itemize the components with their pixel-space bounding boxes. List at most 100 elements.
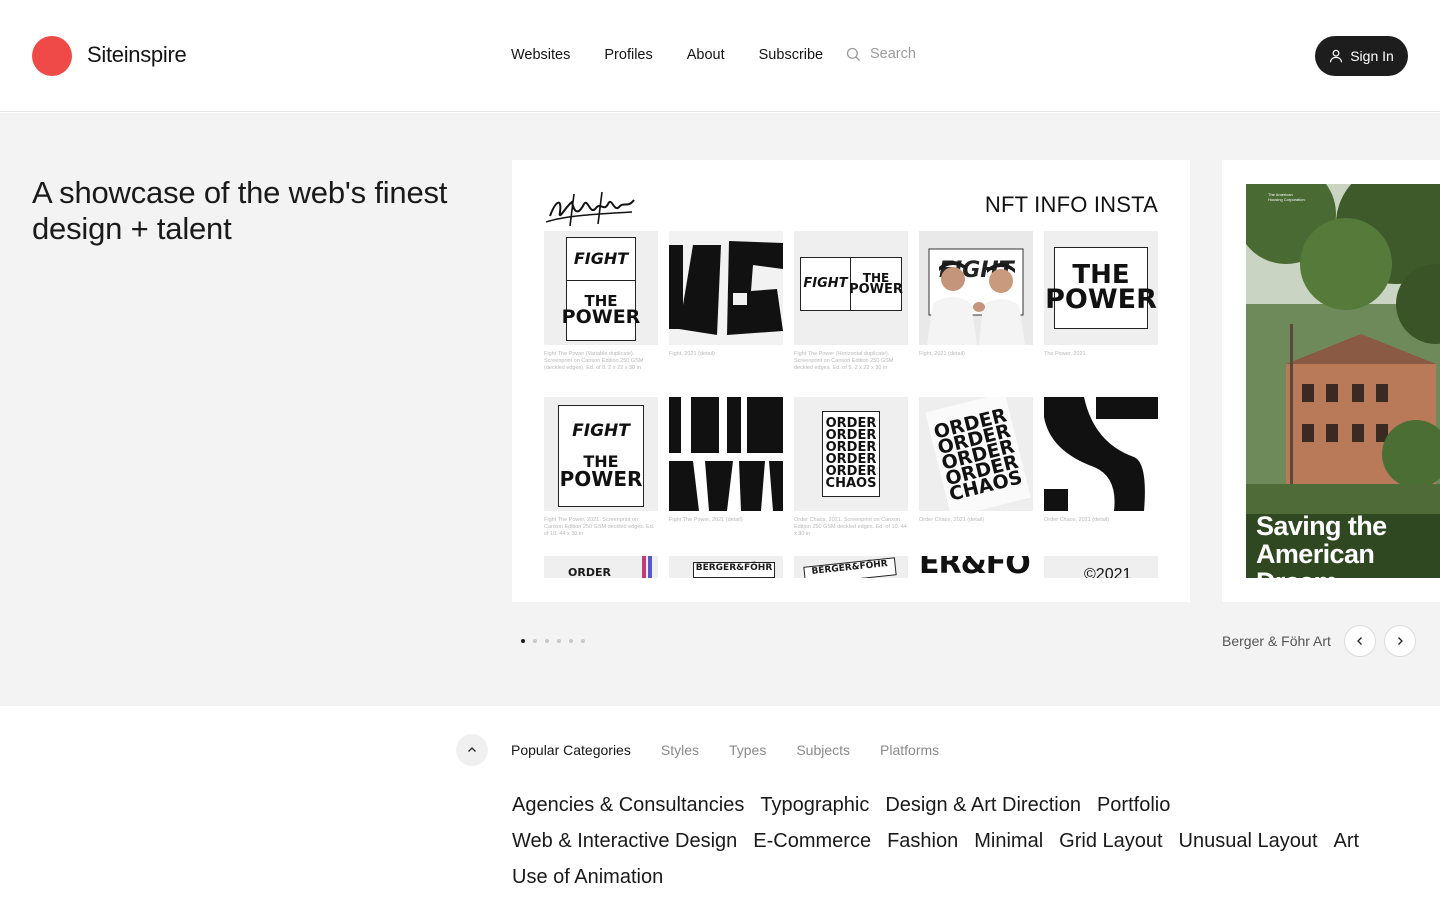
nav-profiles[interactable]: Profiles <box>604 47 652 63</box>
tab-popular-categories[interactable]: Popular Categories <box>511 742 631 758</box>
artwork-caption: Fight, 2021 (detail) <box>919 351 965 357</box>
hero-tagline: A showcase of the web's finest design + … <box>32 175 448 246</box>
carousel-dot[interactable] <box>533 639 537 643</box>
next-site-screenshot: The American Housing Corporation Saving … <box>1246 184 1440 578</box>
artwork-tile[interactable]: BERGER&FÖHR <box>794 556 908 578</box>
artwork-caption: Fight The Power (Variable duplicate). Sc… <box>544 351 644 371</box>
nav-about[interactable]: About <box>687 47 725 63</box>
poster-fight-power-horizontal: FIGHT THE POWER <box>800 257 903 311</box>
artwork-caption: Fight The Power (Horizontal duplicate). … <box>794 351 894 371</box>
search-input[interactable] <box>870 46 1030 62</box>
category-link[interactable]: Grid Layout <box>1059 823 1162 859</box>
poster-text: POWER <box>559 466 643 491</box>
artwork-tile[interactable]: ORDER ORDER ORDER ORDER ORDER CHAOS <box>794 397 908 511</box>
collapse-categories-button[interactable] <box>456 734 488 766</box>
featured-site-screenshot: NFT INFO INSTA FIGHT THE POWER Fight The… <box>536 184 1166 578</box>
nav-subscribe[interactable]: Subscribe <box>759 47 823 63</box>
tab-types[interactable]: Types <box>729 742 766 758</box>
artwork-detail-image <box>669 241 783 335</box>
artwork-tile[interactable] <box>669 397 783 511</box>
logo-wordmark[interactable]: Siteinspire <box>87 42 187 68</box>
poster-text: BERGER&FÖHR <box>693 562 775 578</box>
category-link[interactable]: Web & Interactive Design <box>512 823 737 859</box>
carousel-dot[interactable] <box>521 639 525 643</box>
artwork-tile[interactable]: ORDER <box>544 556 658 578</box>
artists-photo: FIGHT <box>927 248 1025 345</box>
artwork-caption: The Power, 2021 <box>1044 351 1086 357</box>
next-site-card[interactable]: The American Housing Corporation Saving … <box>1222 160 1440 602</box>
category-link[interactable]: Fashion <box>887 823 958 859</box>
featured-nav-text: NFT INFO INSTA <box>984 192 1158 217</box>
tab-platforms[interactable]: Platforms <box>880 742 939 758</box>
featured-site-name[interactable]: Berger & Föhr Art <box>1222 633 1331 649</box>
category-tabs: Popular Categories Styles Types Subjects… <box>511 742 939 758</box>
carousel-prev-button[interactable] <box>1344 625 1376 657</box>
artwork-tile[interactable]: ORDER ORDER ORDER ORDER CHAOS <box>919 397 1033 511</box>
category-link[interactable]: Design & Art Direction <box>885 787 1081 823</box>
chevron-left-icon <box>1357 637 1362 645</box>
category-link[interactable]: Typographic <box>760 787 869 823</box>
carousel-dot[interactable] <box>569 639 573 643</box>
logo-mark[interactable] <box>32 36 72 76</box>
chevron-up-icon <box>468 747 476 752</box>
poster-text: ORDER <box>568 566 611 578</box>
artwork-caption: Order Chaos, 2021. Screenprint on Canson… <box>794 517 907 537</box>
artwork-tile[interactable]: BERGER&FÖHR <box>669 556 783 578</box>
carousel-dot[interactable] <box>557 639 561 643</box>
category-link[interactable]: Agencies & Consultancies <box>512 787 744 823</box>
featured-site-card[interactable]: NFT INFO INSTA FIGHT THE POWER Fight The… <box>512 160 1190 602</box>
category-list: Agencies & Consultancies Typographic Des… <box>512 787 1412 895</box>
tab-styles[interactable]: Styles <box>661 742 699 758</box>
nav-websites[interactable]: Websites <box>511 47 570 63</box>
artwork-tile[interactable]: FIGHT THE POWER <box>544 397 658 511</box>
poster-text: POWER <box>1045 283 1157 315</box>
poster-text: POWER <box>561 305 641 328</box>
artwork-caption: Fight, 2021 (detail) <box>669 351 715 357</box>
artwork-tile[interactable]: FIGHT THE POWER <box>794 231 908 345</box>
poster-text: FIGHT <box>567 250 635 282</box>
hero-section: A showcase of the web's finest design + … <box>0 113 1440 706</box>
poster-text: BERGER&FÖHR <box>803 557 897 578</box>
artwork-caption: Order Chaos, 2021 (detail) <box>1044 517 1110 523</box>
artwork-tile[interactable] <box>1044 397 1158 511</box>
category-link[interactable]: E-Commerce <box>753 823 871 859</box>
category-link[interactable]: Portfolio <box>1097 787 1170 823</box>
poster-order-chaos: ORDER ORDER ORDER ORDER ORDER CHAOS <box>822 411 880 497</box>
user-icon <box>1330 49 1343 63</box>
poster-text: THE <box>584 292 618 311</box>
artwork-tile[interactable]: FIGHT <box>919 231 1033 345</box>
artwork-tile[interactable]: THE POWER <box>1044 231 1158 345</box>
next-site-headline: Saving the American Dream <box>1256 512 1440 578</box>
sign-in-label: Sign In <box>1350 48 1394 64</box>
carousel-next-button[interactable] <box>1384 625 1416 657</box>
site-header: Siteinspire Websites Profiles About Subs… <box>0 0 1440 112</box>
poster-the-power: THE POWER <box>1045 247 1157 329</box>
category-link[interactable]: Use of Animation <box>512 859 663 895</box>
poster-text: POWER <box>849 281 903 297</box>
poster-fight-power: FIGHT THE POWER <box>562 237 640 341</box>
artwork-tile[interactable]: ©2021 <box>1044 556 1158 578</box>
artwork-caption: Fight The Power, 2021 (detail) <box>669 517 743 523</box>
next-site-headline-text: Saving the American Dream <box>1256 511 1387 578</box>
poster-text: FIGHT <box>572 421 630 442</box>
artwork-tile[interactable]: FIGHT THE POWER <box>544 231 658 345</box>
category-link[interactable]: Unusual Layout <box>1179 823 1318 859</box>
category-link[interactable]: Minimal <box>974 823 1043 859</box>
carousel-dots <box>521 639 585 643</box>
sign-in-button[interactable]: Sign In <box>1315 36 1408 76</box>
artwork-caption: Order Chaos, 2021 (detail) <box>919 517 985 523</box>
carousel-dot[interactable] <box>545 639 549 643</box>
artwork-tile[interactable]: ER&FÖ <box>919 556 1033 578</box>
category-link[interactable]: Art <box>1334 823 1360 859</box>
next-site-org: The American Housing Corporation <box>1268 192 1305 202</box>
search-icon <box>846 47 861 61</box>
poster-text: CHAOS <box>825 475 877 491</box>
tab-subjects[interactable]: Subjects <box>796 742 850 758</box>
artwork-tile[interactable] <box>669 231 783 345</box>
signature-logo <box>545 191 635 227</box>
carousel-dot[interactable] <box>581 639 585 643</box>
poster-text: FIGHT <box>801 258 851 310</box>
artwork-detail-image <box>669 397 783 511</box>
poster-fight-power: FIGHT THE POWER <box>558 405 644 507</box>
artwork-caption: Fight The Power, 2021. Screenprint on Ca… <box>544 517 655 537</box>
